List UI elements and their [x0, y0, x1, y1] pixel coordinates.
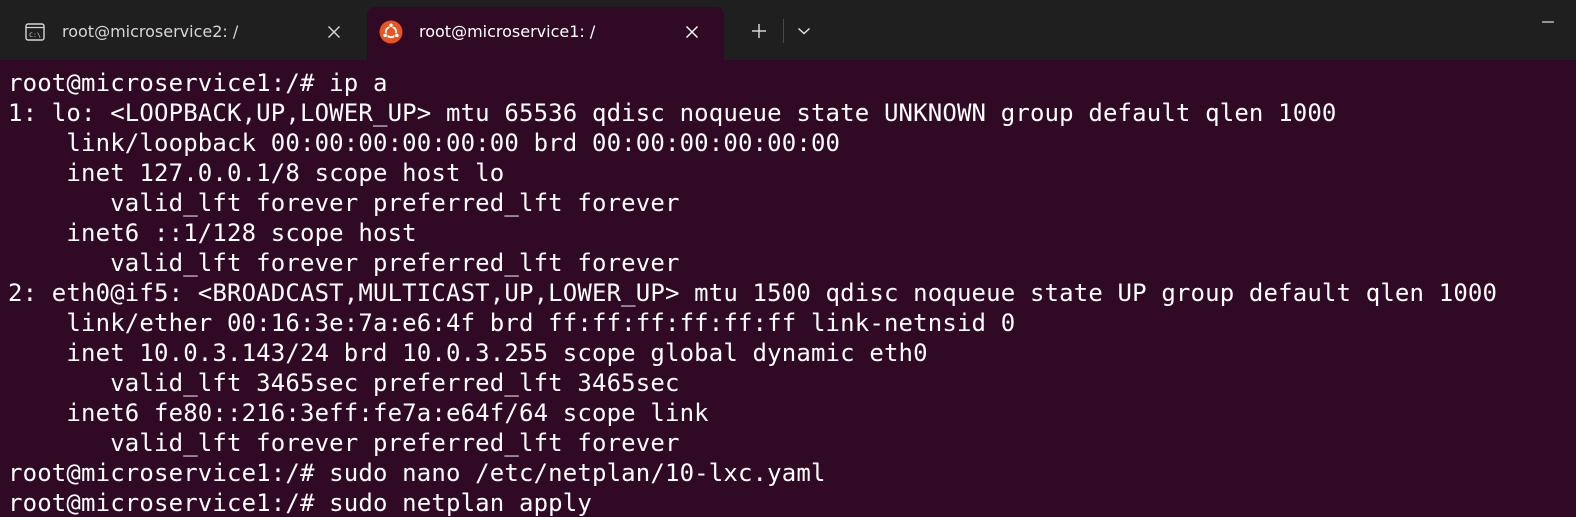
tab-title: root@microservice2: / [62, 22, 239, 41]
terminal-line: valid_lft forever preferred_lft forever [8, 429, 680, 457]
terminal-line: 1: lo: <LOOPBACK,UP,LOWER_UP> mtu 65536 … [8, 99, 1337, 127]
plus-icon [752, 24, 766, 38]
svg-text:C:\: C:\ [29, 31, 41, 39]
terminal-line: inet6 fe80::216:3eff:fe7a:e64f/64 scope … [8, 399, 709, 427]
tab-microservice1[interactable]: root@microservice1: / [367, 7, 724, 60]
terminal-line: root@microservice1:/# sudo netplan apply [8, 489, 592, 517]
terminal-line: valid_lft 3465sec preferred_lft 3465sec [8, 369, 680, 397]
profile-dropdown-button[interactable] [788, 16, 820, 46]
tab-divider [783, 19, 784, 43]
terminal-line: inet6 ::1/128 scope host [8, 219, 417, 247]
close-icon[interactable] [323, 21, 345, 43]
terminal-line: valid_lft forever preferred_lft forever [8, 189, 680, 217]
terminal-line: valid_lft forever preferred_lft forever [8, 249, 680, 277]
minimize-button[interactable] [1528, 10, 1568, 38]
terminal-line: inet 10.0.3.143/24 brd 10.0.3.255 scope … [8, 339, 928, 367]
tab-microservice2[interactable]: C:\ root@microservice2: / [8, 7, 360, 60]
tab-bar: C:\ root@microservice2: / root@microserv… [0, 0, 1576, 60]
terminal-output[interactable]: root@microservice1:/# ip a 1: lo: <LOOPB… [0, 60, 1576, 517]
terminal-line: link/loopback 00:00:00:00:00:00 brd 00:0… [8, 129, 841, 157]
new-tab-button[interactable] [742, 16, 776, 46]
terminal-window: C:\ root@microservice2: / root@microserv… [0, 0, 1576, 517]
chevron-down-icon [797, 27, 811, 35]
terminal-line: inet 127.0.0.1/8 scope host lo [8, 159, 505, 187]
terminal-line: root@microservice1:/# ip a [8, 69, 388, 97]
close-icon[interactable] [681, 21, 703, 43]
terminal-line: link/ether 00:16:3e:7a:e6:4f brd ff:ff:f… [8, 309, 1016, 337]
tab-title: root@microservice1: / [419, 22, 596, 41]
minimize-icon [1542, 21, 1554, 23]
cmd-icon: C:\ [24, 21, 46, 43]
ubuntu-icon [379, 20, 403, 44]
terminal-line: root@microservice1:/# sudo nano /etc/net… [8, 459, 826, 487]
terminal-line: 2: eth0@if5: <BROADCAST,MULTICAST,UP,LOW… [8, 279, 1498, 307]
